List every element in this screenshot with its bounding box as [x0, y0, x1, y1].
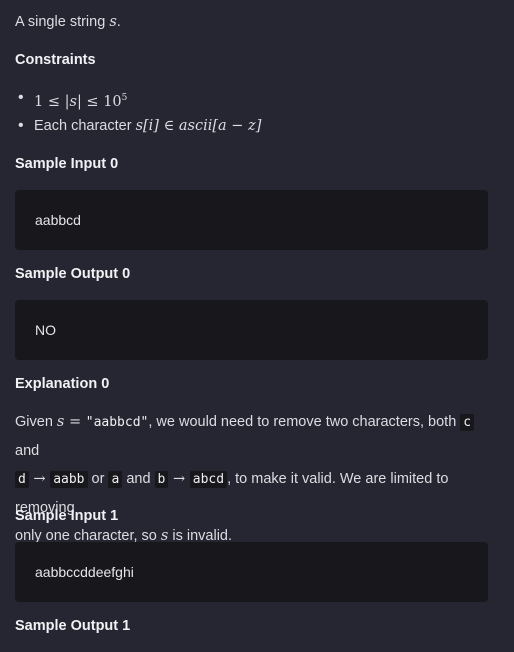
explanation-0-text: Given s = "aabbcd", we would need to rem…: [15, 408, 490, 550]
constraints-list: 1 ≤ |s| ≤ 105 Each character s[i] ∈ asci…: [18, 88, 261, 144]
sample-output-0-heading: Sample Output 0: [15, 266, 131, 282]
sample-output-1-heading: Sample Output 1: [15, 618, 131, 634]
constraint-length-exp: 5: [121, 93, 128, 103]
explanation-text-3: and: [15, 443, 40, 459]
code-b: b: [154, 471, 169, 488]
sample-input-0-heading: Sample Input 0: [15, 156, 119, 172]
intro-var: s: [109, 14, 117, 30]
constraint-length-mid: | ≤ 10: [76, 93, 122, 110]
explanation-text-5: and: [122, 471, 155, 487]
arrow-1: →: [28, 471, 51, 487]
code-c: c: [460, 414, 475, 431]
constraint-charset: Each character s[i] ∈ ascii[a − z]: [18, 116, 261, 144]
sample-output-0-box[interactable]: NO: [15, 300, 488, 360]
explanation-string-code: "aabbcd": [85, 415, 149, 430]
explanation-text-1: Given: [15, 414, 57, 430]
arrow-2: →: [168, 471, 190, 487]
intro-text: A single string: [15, 14, 110, 30]
code-d: d: [15, 471, 29, 488]
constraint-length-prefix: 1 ≤ |: [34, 93, 70, 110]
sample-input-1-box[interactable]: aabbccddeefghi: [15, 542, 488, 602]
constraint-charset-math: s[i] ∈ ascii[a − z]: [135, 118, 262, 134]
constraint-length: 1 ≤ |s| ≤ 105: [18, 88, 261, 116]
sample-input-1-heading: Sample Input 1: [15, 508, 119, 524]
intro-end: .: [116, 14, 121, 30]
problem-statement: A single string s. Constraints 1 ≤ |s| ≤…: [0, 0, 514, 652]
sample-input-0-box[interactable]: aabbcd: [15, 190, 488, 250]
code-aabb: aabb: [50, 471, 88, 488]
code-abcd: abcd: [189, 471, 228, 488]
explanation-equals: =: [64, 414, 86, 430]
explanation-text-4: or: [87, 471, 109, 487]
code-a: a: [108, 471, 123, 488]
constraint-length-var: s: [69, 93, 77, 110]
explanation-text-2: , we would need to remove two characters…: [148, 414, 461, 430]
constraint-charset-text: Each character: [34, 118, 136, 134]
input-format-text: A single string s.: [15, 12, 121, 32]
constraints-heading: Constraints: [15, 52, 96, 68]
explanation-0-heading: Explanation 0: [15, 376, 110, 392]
